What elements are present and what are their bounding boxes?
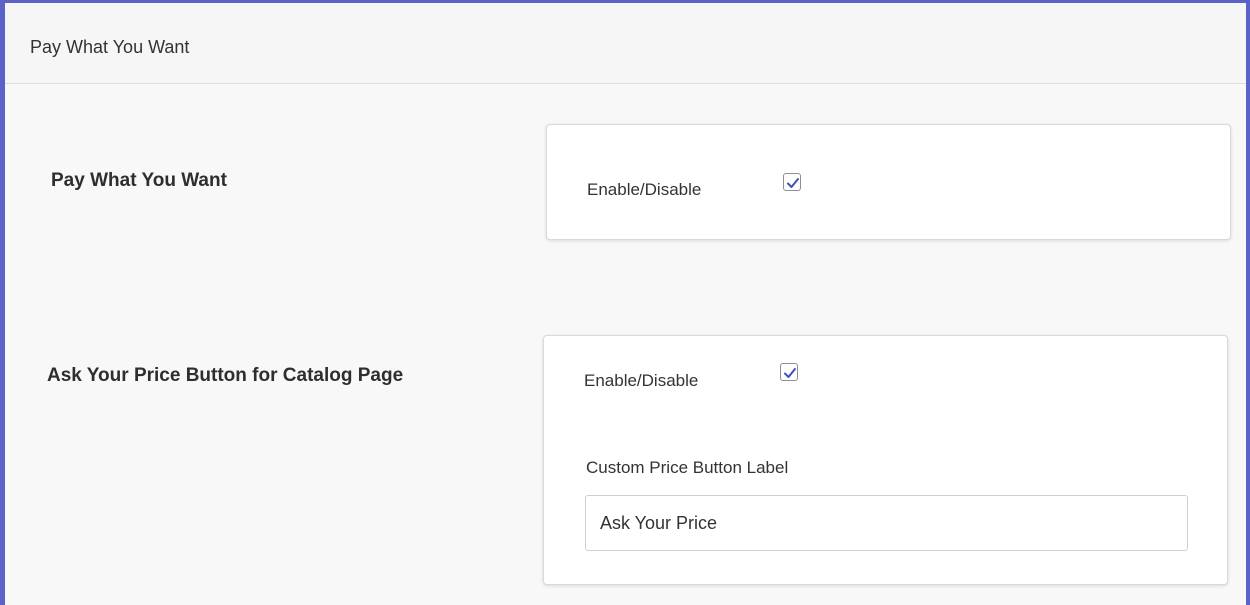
section-label-pay-what-you-want: Pay What You Want [51, 170, 227, 191]
pay-what-you-want-checkbox[interactable] [783, 173, 801, 191]
custom-price-button-label-title: Custom Price Button Label [586, 458, 789, 477]
panel-header: Pay What You Want [5, 3, 1246, 84]
pay-what-you-want-card: Enable/Disable [546, 124, 1231, 240]
section-label-ask-your-price: Ask Your Price Button for Catalog Page [47, 365, 404, 386]
settings-panel: Pay What You Want Pay What You Want Enab… [0, 0, 1250, 605]
ask-your-price-checkbox[interactable] [780, 363, 798, 381]
enable-disable-label: Enable/Disable [587, 180, 702, 199]
custom-price-button-label-input[interactable] [585, 495, 1188, 551]
panel-title: Pay What You Want [30, 37, 190, 57]
enable-disable-label: Enable/Disable [584, 371, 699, 390]
checkmark-icon [787, 178, 799, 188]
checkmark-icon [784, 368, 796, 378]
ask-your-price-card: Enable/Disable Custom Price Button Label [543, 335, 1228, 585]
